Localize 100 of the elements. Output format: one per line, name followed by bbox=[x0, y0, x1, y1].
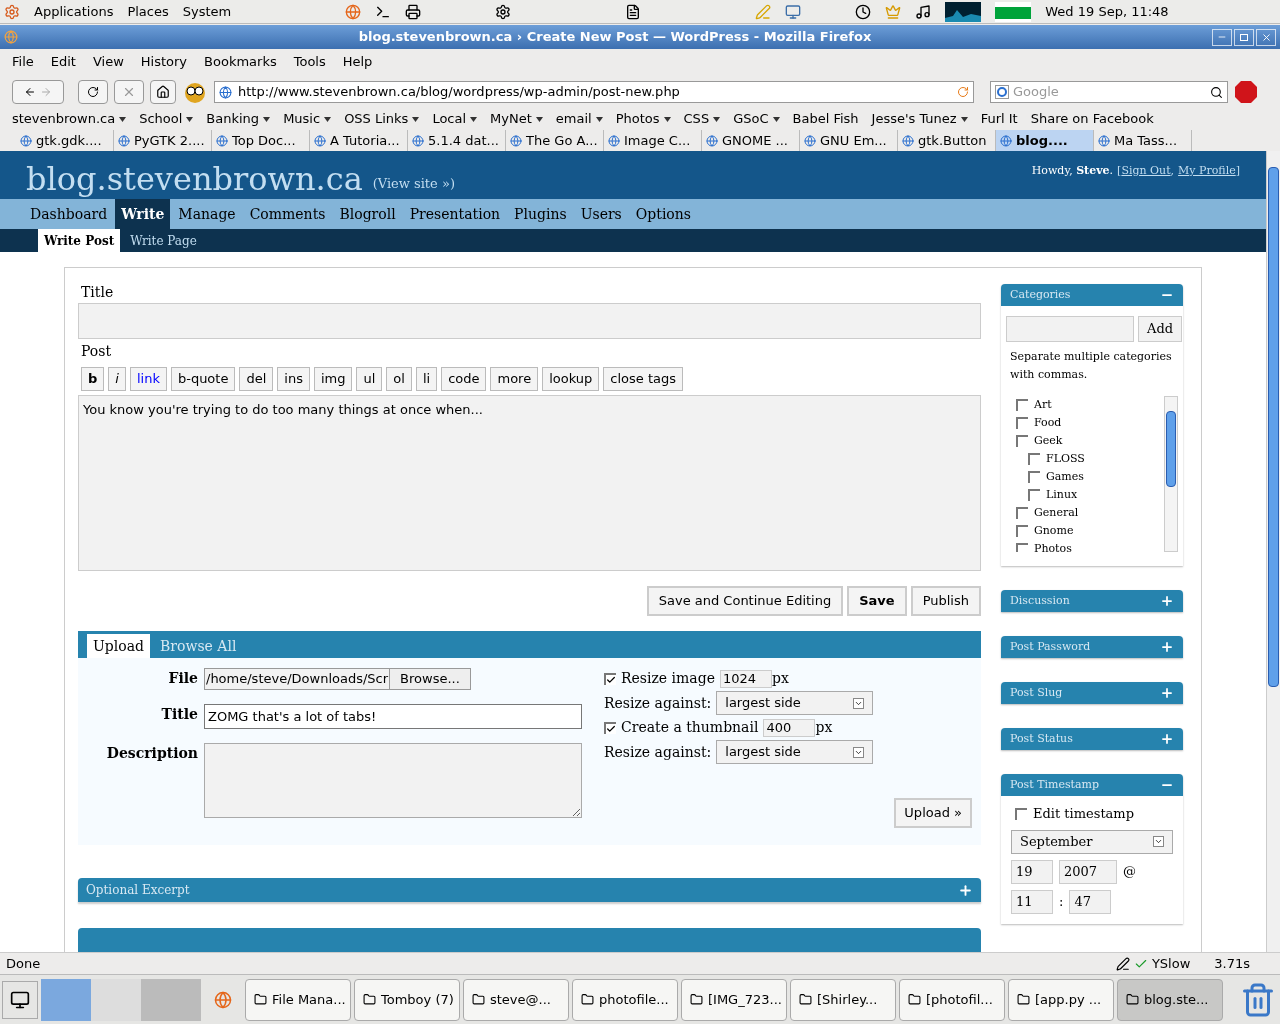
bookmark-item[interactable]: Photos bbox=[615, 109, 660, 129]
reload-button[interactable] bbox=[78, 80, 108, 104]
format-button[interactable]: close tags bbox=[603, 367, 684, 391]
bookmark-item[interactable]: Share on Facebook bbox=[1030, 109, 1154, 129]
bookmark-item[interactable]: email bbox=[555, 109, 592, 129]
upload-tab[interactable]: Browse All bbox=[154, 634, 243, 658]
format-button[interactable]: ol bbox=[386, 367, 412, 391]
gear-icon[interactable] bbox=[495, 3, 512, 20]
box-header[interactable]: Categories bbox=[1001, 284, 1183, 306]
sign-out-link[interactable]: Sign Out bbox=[1121, 163, 1171, 180]
menu-item[interactable]: File bbox=[12, 52, 34, 72]
browser-tab[interactable]: blog.... bbox=[996, 130, 1094, 151]
home-button[interactable] bbox=[150, 80, 176, 104]
upload-button[interactable]: Upload » bbox=[894, 798, 972, 828]
expand-icon[interactable] bbox=[1160, 686, 1174, 700]
format-button[interactable]: code bbox=[441, 367, 487, 391]
bookmark-item[interactable]: School bbox=[139, 109, 183, 129]
day-field[interactable]: 19 bbox=[1011, 859, 1053, 884]
title-field[interactable] bbox=[78, 303, 981, 339]
menu-item[interactable]: Help bbox=[342, 52, 373, 72]
size-field[interactable]: 1024 bbox=[719, 669, 772, 688]
pencil-icon[interactable] bbox=[1115, 956, 1130, 971]
bookmark-item[interactable]: Music bbox=[283, 109, 321, 129]
menu-item[interactable]: View bbox=[92, 52, 124, 72]
box-header[interactable]: Post Timestamp bbox=[1001, 774, 1183, 796]
scrollbar[interactable] bbox=[1164, 396, 1178, 552]
format-button[interactable]: del bbox=[239, 367, 274, 391]
menu-item[interactable]: Bookmarks bbox=[204, 52, 277, 72]
taskbar-button[interactable]: [app.py ... bbox=[1008, 978, 1114, 1021]
format-button[interactable]: li bbox=[415, 367, 438, 391]
stop-button[interactable] bbox=[114, 80, 144, 104]
caret-icon[interactable] bbox=[595, 116, 603, 122]
checkbox[interactable] bbox=[604, 721, 616, 734]
panel-menu[interactable]: Places bbox=[127, 1, 169, 22]
bookmark-item[interactable]: OSS Links bbox=[344, 109, 409, 129]
show-desktop-icon[interactable] bbox=[2, 980, 38, 1019]
taskbar-button[interactable]: steve@... bbox=[463, 978, 569, 1021]
dropdown-select[interactable]: largest side bbox=[716, 740, 874, 764]
document-icon[interactable] bbox=[625, 3, 642, 20]
owl-icon[interactable] bbox=[182, 80, 208, 104]
taskbar-button[interactable]: [IMG_723... bbox=[681, 978, 787, 1021]
bookmark-item[interactable]: CSS bbox=[683, 109, 710, 129]
expand-icon[interactable] bbox=[1160, 640, 1174, 654]
bookmark-item[interactable]: Banking bbox=[206, 109, 260, 129]
size-field[interactable]: 400 bbox=[763, 718, 816, 737]
minute-field[interactable]: 47 bbox=[1069, 889, 1112, 914]
format-button[interactable]: ins bbox=[277, 367, 310, 391]
nav-tab[interactable]: Options bbox=[629, 199, 697, 229]
caret-icon[interactable] bbox=[535, 116, 543, 122]
dropdown-select[interactable]: largest side bbox=[716, 691, 874, 715]
maximize-button[interactable] bbox=[1234, 28, 1254, 46]
clock[interactable]: Wed 19 Sep, 11:48 bbox=[1045, 1, 1169, 22]
format-button[interactable]: b-quote bbox=[170, 367, 236, 391]
hour-field[interactable]: 11 bbox=[1011, 889, 1053, 914]
month-select[interactable]: September bbox=[1011, 829, 1173, 854]
caret-icon[interactable] bbox=[713, 116, 721, 122]
caret-icon[interactable] bbox=[412, 116, 420, 122]
back-forward-button[interactable] bbox=[12, 80, 64, 104]
panel-menu[interactable]: System bbox=[182, 1, 232, 22]
nav-tab[interactable]: Write bbox=[115, 199, 171, 229]
year-field[interactable]: 2007 bbox=[1059, 859, 1117, 884]
format-button[interactable]: img bbox=[313, 367, 353, 391]
taskbar-button[interactable]: blog.ste... bbox=[1117, 978, 1223, 1021]
upload-title-field[interactable]: ZOMG that's a lot of tabs! bbox=[204, 704, 582, 729]
excerpt-panel-header[interactable]: Optional Excerpt bbox=[78, 878, 981, 902]
bookmark-item[interactable]: GSoC bbox=[733, 109, 769, 129]
panel-menu[interactable]: Applications bbox=[34, 1, 114, 22]
taskbar-button[interactable]: [Shirley... bbox=[790, 978, 896, 1021]
description-field[interactable] bbox=[204, 743, 582, 818]
add-button[interactable]: Add bbox=[1138, 316, 1183, 342]
trackbacks-panel-header[interactable] bbox=[78, 928, 981, 952]
browse-button[interactable]: Browse... bbox=[389, 669, 470, 689]
submit-button[interactable]: Save bbox=[847, 586, 907, 616]
caret-icon[interactable] bbox=[324, 116, 332, 122]
format-button[interactable]: more bbox=[490, 367, 539, 391]
nav-tab[interactable]: Plugins bbox=[508, 199, 573, 229]
profile-link[interactable]: My Profile bbox=[1178, 163, 1236, 180]
caret-icon[interactable] bbox=[119, 116, 127, 122]
page-scrollbar[interactable] bbox=[1266, 151, 1280, 952]
format-button[interactable]: link bbox=[129, 367, 167, 391]
menu-item[interactable]: Tools bbox=[293, 52, 326, 72]
bookmark-item[interactable]: Local bbox=[432, 109, 467, 129]
music-icon[interactable] bbox=[915, 3, 932, 20]
view-site-link[interactable]: (View site ») bbox=[372, 173, 455, 193]
bookmark-item[interactable]: Babel Fish bbox=[792, 109, 859, 129]
search-icon[interactable] bbox=[1210, 85, 1223, 99]
checkbox[interactable] bbox=[604, 672, 616, 685]
nav-tab[interactable]: Blogroll bbox=[333, 199, 402, 229]
yslow-label[interactable]: YSlow bbox=[1151, 953, 1191, 974]
menu-item[interactable]: Edit bbox=[50, 52, 76, 72]
globe-icon[interactable] bbox=[345, 3, 362, 20]
taskbar-button[interactable]: photofile... bbox=[572, 978, 678, 1021]
upload-tab[interactable]: Upload bbox=[87, 634, 150, 658]
category-input[interactable] bbox=[1006, 316, 1134, 342]
nav-tab[interactable]: Users bbox=[574, 199, 628, 229]
file-field[interactable]: /home/steve/Downloads/Scr Browse... bbox=[204, 668, 471, 690]
taskbar-button[interactable]: [photofil... bbox=[899, 978, 1005, 1021]
caret-icon[interactable] bbox=[772, 116, 780, 122]
close-button[interactable] bbox=[1256, 28, 1276, 46]
clock-icon[interactable] bbox=[855, 3, 872, 20]
